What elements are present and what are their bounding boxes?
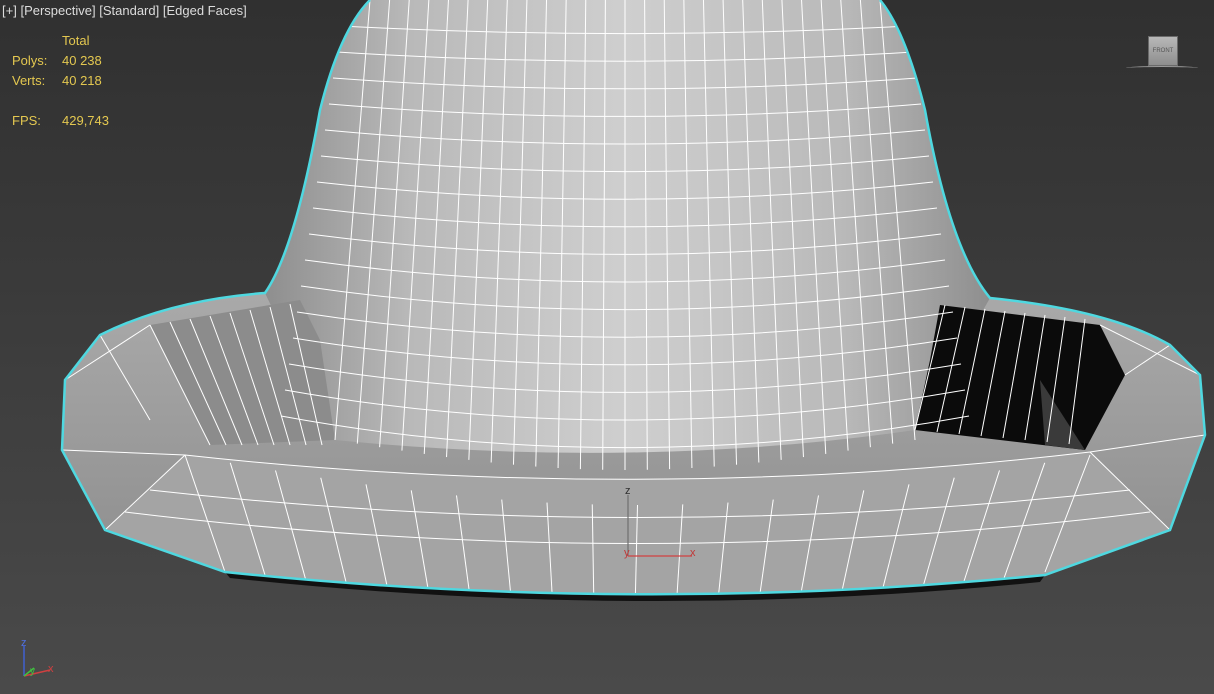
- tripod-y-label: y: [30, 666, 35, 677]
- viewport-canvas[interactable]: z x y z x y: [0, 0, 1214, 694]
- gizmo-x-label: x: [690, 547, 696, 559]
- viewport-label: [+] [Perspective] [Standard] [Edged Face…: [2, 3, 247, 18]
- stats-fps-label: FPS:: [12, 113, 41, 128]
- axis-tripod: z x y: [21, 637, 54, 677]
- tripod-x-label: x: [48, 663, 54, 675]
- viewcube[interactable]: FRONT: [1148, 36, 1178, 66]
- tripod-z-label: z: [21, 637, 27, 649]
- viewport-menu-edges[interactable]: [Edged Faces]: [163, 3, 247, 18]
- viewcube-face-label: FRONT: [1152, 48, 1174, 54]
- stats-polys-label: Polys:: [12, 53, 48, 68]
- mesh-right-cavity: [915, 305, 1125, 450]
- mesh-object[interactable]: [60, 0, 1207, 612]
- viewcube-compass-ring[interactable]: [1126, 66, 1198, 70]
- viewport-menu-view[interactable]: [Perspective]: [20, 3, 95, 18]
- viewport-menu-plus[interactable]: [+]: [2, 3, 17, 18]
- stats-verts-label: Verts:: [12, 73, 46, 88]
- stats-verts-value: 40 218: [62, 73, 102, 88]
- statistics-overlay: Total Polys: 40 238 Verts: 40 218 FPS: 429,…: [12, 31, 109, 131]
- gizmo-z-label: z: [625, 485, 631, 497]
- gizmo-y-label: y: [624, 547, 630, 559]
- stats-polys-value: 40 238: [62, 53, 102, 68]
- stats-header: Total: [62, 33, 90, 48]
- viewport-menu-shading[interactable]: [Standard]: [99, 3, 159, 18]
- stats-fps-value: 429,743: [62, 113, 109, 128]
